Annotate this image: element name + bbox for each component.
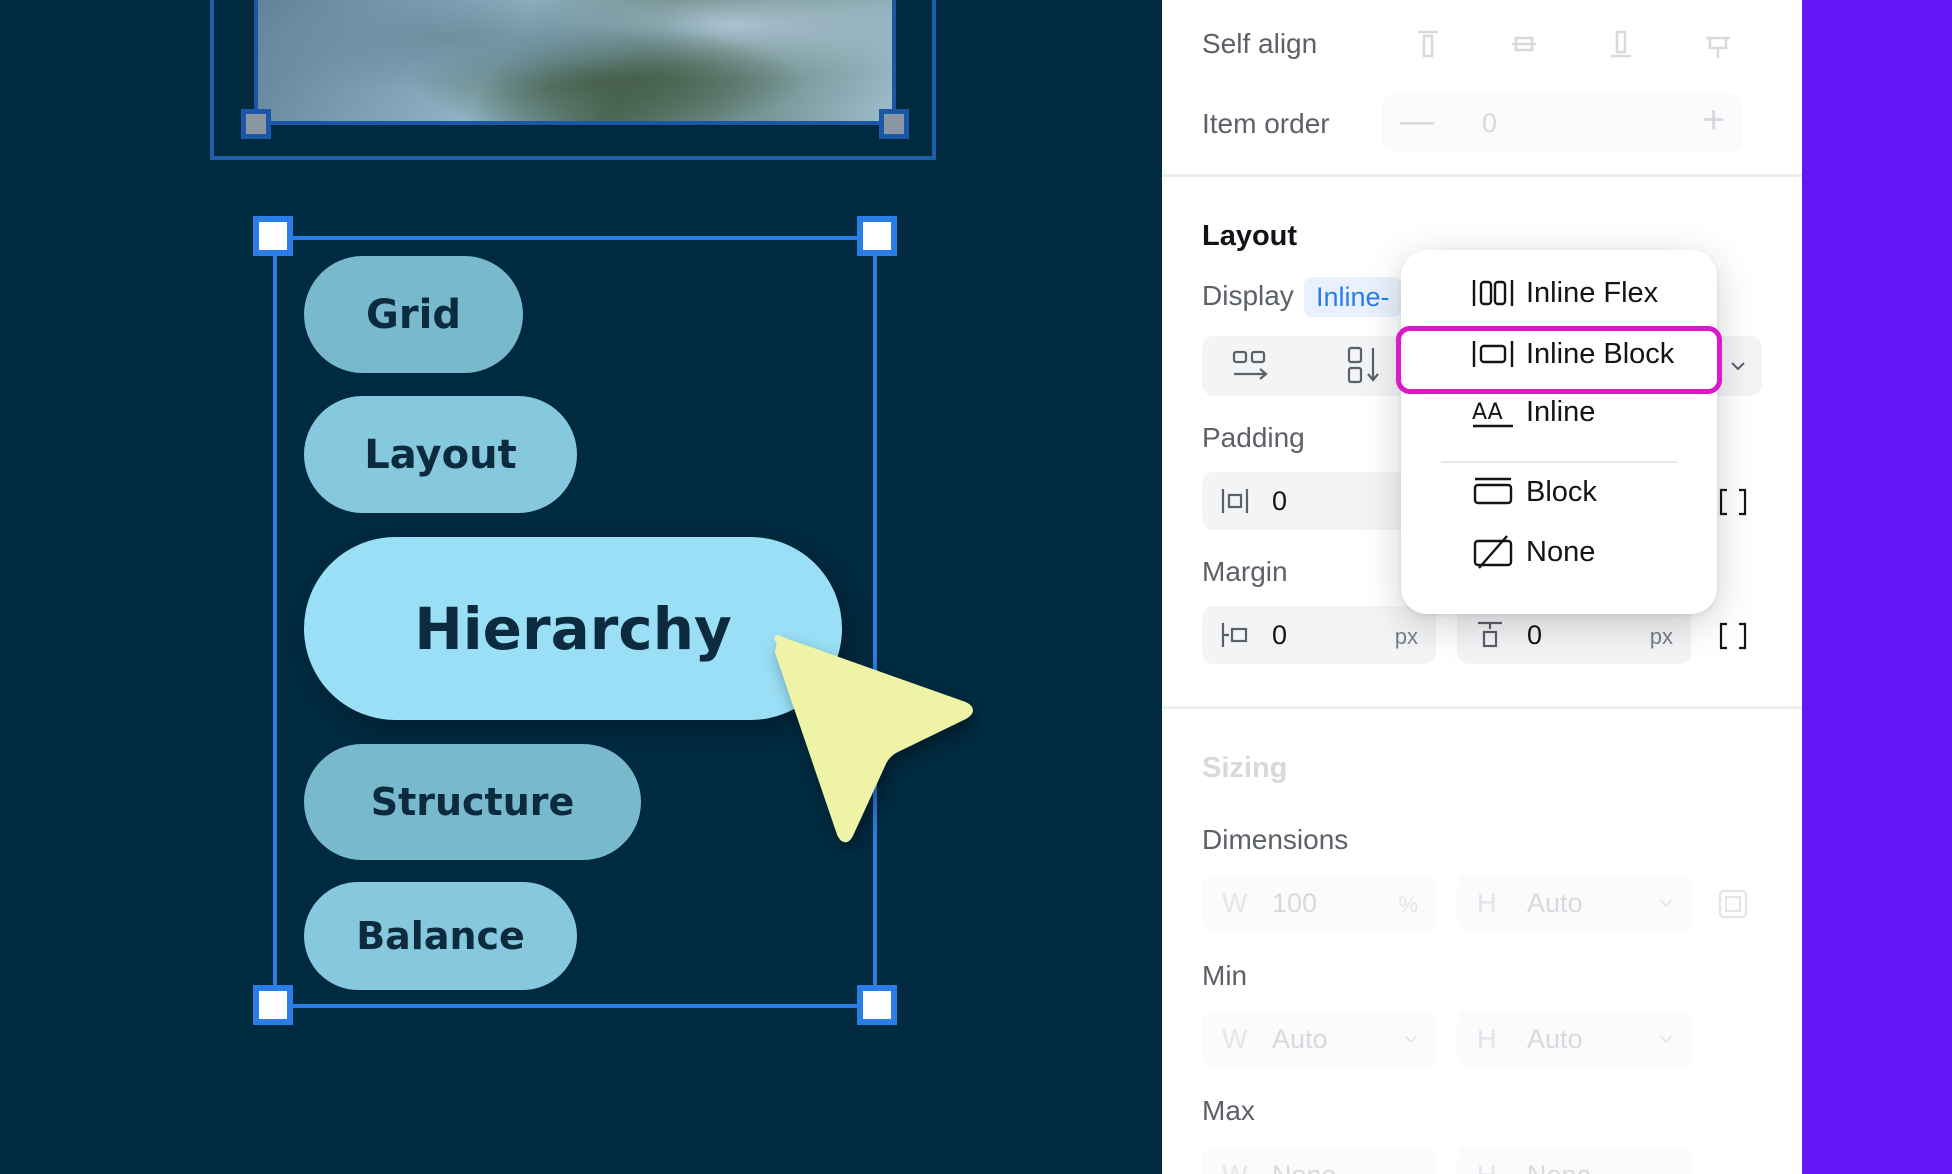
margin-top-unit: px xyxy=(1649,624,1673,649)
menu-item-inline-flex[interactable]: Inline Flex xyxy=(1401,264,1717,322)
tag-pill-layout[interactable]: Layout xyxy=(304,396,577,513)
padding-icon xyxy=(1221,489,1249,513)
menu-item-inline[interactable]: AA Inline xyxy=(1401,383,1717,441)
menu-item-block[interactable]: Block xyxy=(1401,463,1717,521)
aspect-ratio-icon[interactable] xyxy=(1717,888,1749,920)
width-input[interactable]: W 100 % xyxy=(1202,874,1436,932)
display-value-badge[interactable]: Inline- xyxy=(1304,277,1402,317)
margin-label: Margin xyxy=(1202,556,1288,587)
padding-expand-icon[interactable] xyxy=(1717,486,1749,518)
chevron-down-icon xyxy=(1404,1035,1418,1043)
section-divider xyxy=(1162,706,1802,709)
chevron-down-icon xyxy=(1659,1035,1673,1043)
padding-value: 0 xyxy=(1272,486,1288,516)
tag-label: Layout xyxy=(364,431,517,478)
chevron-down-icon[interactable] xyxy=(1728,356,1748,376)
max-height-value: None xyxy=(1527,1160,1592,1174)
resize-handle-bottom-right[interactable] xyxy=(879,109,909,139)
align-end-icon[interactable] xyxy=(1605,28,1637,60)
max-h-prefix: H xyxy=(1477,1160,1497,1174)
design-canvas[interactable]: Grid Layout Hierarchy Structure Balance xyxy=(0,0,1162,1174)
max-height-select[interactable]: H None xyxy=(1457,1146,1691,1174)
plus-icon[interactable]: + xyxy=(1702,98,1725,143)
menu-item-none[interactable]: None xyxy=(1401,523,1717,581)
resize-handle-bottom-left[interactable] xyxy=(241,109,271,139)
selection-handle-bottom-right[interactable] xyxy=(857,985,897,1025)
tag-label: Balance xyxy=(356,914,525,958)
item-order-label: Item order xyxy=(1202,108,1330,139)
blurred-image[interactable] xyxy=(254,0,896,125)
section-divider xyxy=(1162,174,1802,177)
width-unit: % xyxy=(1398,892,1418,917)
inline-flex-icon xyxy=(1472,280,1514,306)
self-align-label: Self align xyxy=(1202,28,1318,59)
align-center-icon[interactable] xyxy=(1508,28,1540,60)
width-prefix: W xyxy=(1222,888,1248,918)
tag-pill-grid[interactable]: Grid xyxy=(304,256,523,373)
tag-pill-structure[interactable]: Structure xyxy=(304,744,641,860)
direction-column-icon[interactable] xyxy=(1347,346,1383,386)
height-select[interactable]: H Auto xyxy=(1457,874,1691,932)
margin-top-input[interactable]: 0 px xyxy=(1457,606,1691,664)
max-w-prefix: W xyxy=(1222,1160,1247,1174)
minus-icon[interactable]: — xyxy=(1400,102,1434,141)
margin-top-value: 0 xyxy=(1527,620,1543,650)
accent-strip xyxy=(1802,0,1952,1174)
item-order-stepper[interactable]: — 0 + xyxy=(1382,94,1742,152)
tag-pill-balance[interactable]: Balance xyxy=(304,882,577,990)
block-icon xyxy=(1473,477,1513,505)
margin-left-value: 0 xyxy=(1272,620,1288,650)
margin-left-icon xyxy=(1221,623,1248,647)
display-dropdown-menu: Inline Flex Inline Block AA Inline Block… xyxy=(1396,250,1722,614)
height-value: Auto xyxy=(1527,888,1583,918)
chevron-down-icon xyxy=(1659,899,1673,907)
display-label: Display xyxy=(1202,280,1294,311)
min-width-select[interactable]: W Auto xyxy=(1202,1010,1436,1068)
margin-expand-icon[interactable] xyxy=(1717,620,1749,652)
max-width-value: None xyxy=(1272,1160,1337,1174)
max-label: Max xyxy=(1202,1095,1255,1126)
tag-label: Grid xyxy=(366,291,461,338)
height-prefix: H xyxy=(1477,888,1497,918)
tag-label: Structure xyxy=(370,780,575,824)
layout-section-title: Layout xyxy=(1202,220,1298,252)
sizing-section-title: Sizing xyxy=(1202,752,1288,784)
min-w-prefix: W xyxy=(1222,1024,1248,1054)
min-label: Min xyxy=(1202,960,1248,991)
selection-handle-top-right[interactable] xyxy=(857,216,897,256)
align-stretch-icon[interactable] xyxy=(1702,28,1734,60)
min-height-value: Auto xyxy=(1527,1024,1583,1054)
dimensions-label: Dimensions xyxy=(1202,824,1349,855)
width-value: 100 xyxy=(1272,888,1318,918)
selection-handle-top-left[interactable] xyxy=(253,216,293,256)
inline-text-icon: AA xyxy=(1472,400,1513,428)
min-width-value: Auto xyxy=(1272,1024,1328,1054)
svg-text:AA: AA xyxy=(1472,400,1503,425)
margin-top-icon xyxy=(1478,621,1502,648)
tag-label: Hierarchy xyxy=(414,594,732,663)
item-order-value: 0 xyxy=(1482,108,1498,138)
pointer-cursor-icon xyxy=(774,635,973,843)
margin-left-unit: px xyxy=(1394,624,1418,649)
none-icon xyxy=(1473,535,1513,569)
align-start-icon[interactable] xyxy=(1412,28,1444,60)
margin-left-input[interactable]: 0 px xyxy=(1202,606,1436,664)
selection-handle-bottom-left[interactable] xyxy=(253,985,293,1025)
max-width-select[interactable]: W None xyxy=(1202,1146,1436,1174)
min-h-prefix: H xyxy=(1477,1024,1497,1054)
direction-row-icon[interactable] xyxy=(1232,348,1272,384)
min-height-select[interactable]: H Auto xyxy=(1457,1010,1691,1068)
padding-label: Padding xyxy=(1202,422,1305,453)
